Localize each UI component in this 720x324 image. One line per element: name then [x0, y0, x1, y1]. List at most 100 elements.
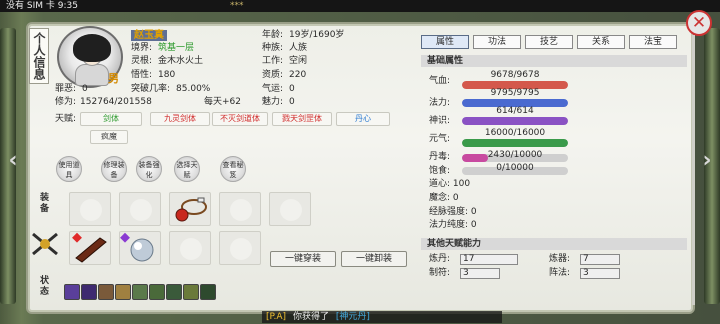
tab-relations[interactable]: 关系 — [577, 35, 625, 49]
hunger-value: 0/10000 — [496, 163, 534, 173]
demonic-row: 魔念: 0 — [429, 193, 459, 203]
character-name: 赵玉真 — [131, 30, 167, 41]
poison-value: 2430/10000 — [487, 150, 543, 160]
talisman-value: 3 — [460, 268, 500, 279]
talisman-label: 制符: — [429, 268, 451, 278]
tab-attributes[interactable]: 属性 — [421, 35, 469, 49]
skill-button[interactable]: 查看秘笈 — [220, 156, 246, 182]
character-name-row: 赵玉真 — [131, 30, 167, 42]
right-arrow-icon[interactable]: › — [700, 148, 714, 174]
chat-bar[interactable]: [P.A] 你获得了 [神元丹] — [262, 311, 502, 323]
buff-icon[interactable] — [81, 284, 97, 300]
qi-luck-row: 气运: 0 — [262, 84, 295, 94]
equip-slot[interactable] — [169, 192, 211, 226]
buff-icon[interactable] — [166, 284, 182, 300]
empty-slot-icon — [130, 199, 152, 221]
buff-icon[interactable] — [149, 284, 165, 300]
daily-gain: 每天+62 — [204, 97, 241, 107]
equip-slot[interactable] — [119, 192, 161, 226]
basic-attr-header: 基础属性 — [421, 55, 687, 67]
skill-button[interactable]: 装备强化 — [136, 156, 162, 182]
job-row: 工作: 空闲 — [262, 56, 308, 66]
breakthrough-row: 突破几率: 85.00% — [131, 84, 211, 94]
top-notice: *** — [230, 1, 244, 11]
yuanqi-label: 元气: — [429, 134, 451, 144]
forging-label: 炼器: — [549, 254, 571, 264]
sense-label: 神识: — [429, 116, 451, 126]
left-arrow-icon[interactable]: ‹ — [6, 148, 20, 174]
equip-all-button[interactable]: 一键穿装 — [270, 251, 336, 267]
daoxin-row: 道心: 100 — [429, 179, 471, 189]
buff-icon[interactable] — [132, 284, 148, 300]
hunger-label: 饱食: — [429, 166, 451, 176]
alchemy-value: 17 — [460, 254, 518, 265]
spirit-root-row: 灵根: 金木水火土 — [131, 56, 204, 66]
status-text: 没有 SIM 卡 9:35 — [6, 1, 78, 11]
talent-tag[interactable]: 不灭剑道体 — [212, 112, 268, 126]
charm-row: 魅力: 0 — [262, 97, 295, 107]
amulet-icon — [175, 197, 207, 222]
meridian-row: 经脉强度: 0 — [429, 207, 477, 217]
sense-value: 614/614 — [496, 106, 534, 116]
status-effects — [64, 284, 216, 300]
tab-methods[interactable]: 功法 — [473, 35, 521, 49]
equip-slot[interactable] — [69, 231, 111, 265]
comprehension-row: 悟性: 180 — [131, 70, 176, 80]
buff-icon[interactable] — [183, 284, 199, 300]
buff-icon[interactable] — [200, 284, 216, 300]
skill-button[interactable]: 选择天赋 — [174, 156, 200, 182]
talent-tag[interactable]: 剑体 — [80, 112, 142, 126]
scrollbar[interactable] — [692, 35, 695, 305]
sense-bar — [462, 117, 568, 125]
empty-slot-icon — [180, 238, 202, 260]
unequip-all-button[interactable]: 一键卸装 — [341, 251, 407, 267]
skill-button[interactable]: 使用道具 — [56, 156, 82, 182]
tab-treasures[interactable]: 法宝 — [629, 35, 677, 49]
realm-value: 筑基一层 — [158, 43, 195, 53]
equip-slot[interactable] — [119, 231, 161, 265]
equip-slot[interactable] — [269, 192, 311, 226]
age-row: 年龄: 19岁/1690岁 — [262, 30, 345, 40]
close-icon: ✕ — [691, 13, 707, 33]
formation-label: 阵法: — [549, 268, 571, 278]
race-row: 种族: 人族 — [262, 43, 308, 53]
realm-row: 境界: 筑基一层 — [131, 43, 195, 53]
weapon-cross-icon[interactable] — [30, 231, 60, 257]
empty-slot-icon — [230, 238, 252, 260]
buff-icon[interactable] — [64, 284, 80, 300]
equip-slot[interactable] — [169, 231, 211, 265]
equip-label: 装备 — [40, 193, 50, 214]
talent-tag[interactable]: 戮天剑罡体 — [272, 112, 332, 126]
tab-skills[interactable]: 技艺 — [525, 35, 573, 49]
mana-purity-row: 法力纯度: 0 — [429, 220, 477, 230]
status-label: 状态 — [40, 276, 50, 297]
equip-slot[interactable] — [69, 192, 111, 226]
talent-tag[interactable]: 九灵剑体 — [150, 112, 210, 126]
gender-badge: 男 — [108, 72, 119, 85]
skill-button[interactable]: 修理装备 — [101, 156, 127, 182]
sin-row: 罪恶: 0 — [55, 84, 88, 94]
buff-icon[interactable] — [98, 284, 114, 300]
other-talent-header: 其他天赋能力 — [421, 238, 687, 250]
cultivation-row: 修为: 152764/201558 — [55, 97, 152, 107]
yuanqi-bar — [462, 139, 568, 147]
hp-value: 9678/9678 — [490, 70, 540, 80]
buff-icon[interactable] — [115, 284, 131, 300]
formation-value: 3 — [580, 268, 620, 279]
alchemy-label: 炼丹: — [429, 254, 451, 264]
empty-slot-icon — [80, 199, 102, 221]
yuanqi-value: 16000/16000 — [484, 128, 546, 138]
sense-bar-fill — [462, 117, 568, 125]
avatar-robe — [75, 64, 109, 86]
talent-tag[interactable]: 疯魔 — [90, 130, 128, 144]
close-button[interactable]: ✕ — [686, 10, 712, 36]
mp-value: 9795/9795 — [490, 88, 540, 98]
forging-value: 7 — [580, 254, 620, 265]
panel-title: 个人信息 — [29, 28, 49, 84]
mp-label: 法力: — [429, 98, 451, 108]
equip-slot[interactable] — [219, 192, 261, 226]
empty-slot-icon — [230, 199, 252, 221]
equip-slot[interactable] — [219, 231, 261, 265]
aptitude-row: 资质: 220 — [262, 70, 307, 80]
talent-tag[interactable]: 丹心 — [336, 112, 390, 126]
